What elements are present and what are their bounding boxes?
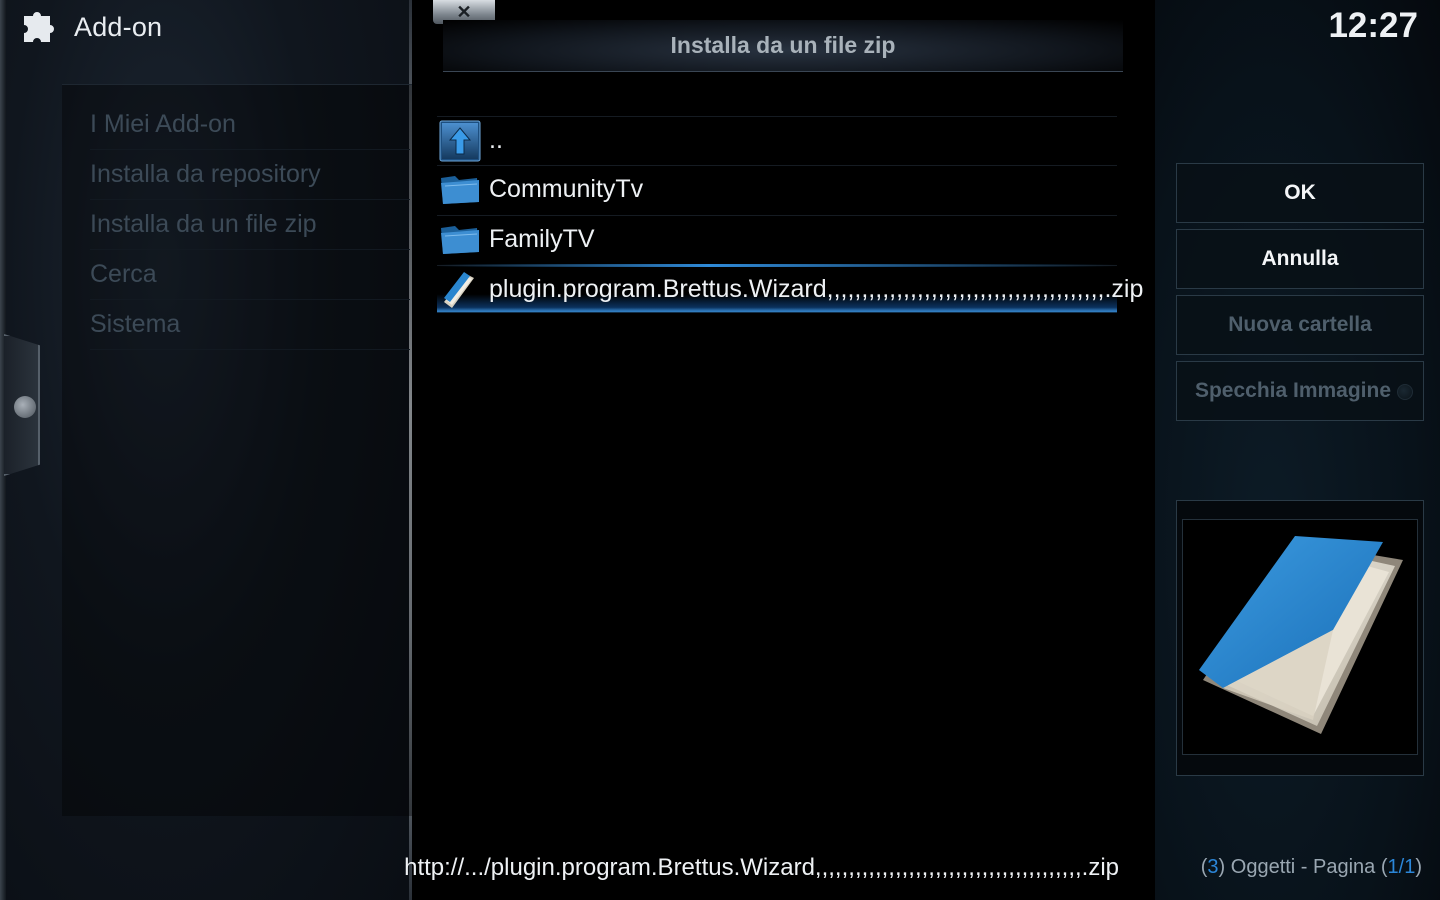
sidebar-tab-knob-icon <box>14 396 36 418</box>
file-row-parent[interactable]: .. <box>437 116 1117 164</box>
zip-file-preview-icon <box>1199 536 1403 734</box>
menu-item-system[interactable]: Sistema <box>90 300 410 350</box>
dialog-side-panel: 12:27 OK Annulla Nuova cartella Specchia… <box>1155 0 1440 900</box>
radio-toggle-icon <box>1397 384 1413 400</box>
app-title: Add-on <box>74 11 163 42</box>
clock: 12:27 <box>1328 6 1418 45</box>
cancel-button-label: Annulla <box>1261 247 1339 270</box>
file-label: CommunityTv <box>489 175 644 203</box>
mirror-image-label: Specchia Immagine <box>1194 379 1392 402</box>
dialog-header: Installa da un file zip <box>443 20 1123 72</box>
file-label: FamilyTV <box>489 225 595 253</box>
file-label: plugin.program.Brettus.Wizard,,,,,,,,,,,… <box>489 275 1144 303</box>
file-browser-dialog: ✕ Installa da un file zip .. CommunityTv <box>404 0 1155 900</box>
menu-item-install-from-zip[interactable]: Installa da un file zip <box>90 200 410 250</box>
menu-item-search[interactable]: Cerca <box>90 250 410 300</box>
puzzle-piece-icon <box>24 12 54 42</box>
file-row-folder[interactable]: CommunityTv <box>437 165 1117 213</box>
cancel-button[interactable]: Annulla <box>1176 229 1424 289</box>
zip-file-icon <box>437 267 483 313</box>
mirror-image-toggle[interactable]: Specchia Immagine <box>1176 361 1424 421</box>
menu-item-my-addons[interactable]: I Miei Add-on <box>90 100 410 150</box>
parent-folder-up-arrow-icon <box>437 118 483 164</box>
ok-button-label: OK <box>1284 181 1316 204</box>
folder-icon <box>437 217 483 263</box>
item-count: 3 <box>1207 856 1219 878</box>
folder-icon <box>437 167 483 213</box>
preview-thumbnail-frame <box>1176 500 1424 776</box>
file-label: .. <box>489 126 503 154</box>
file-row-folder[interactable]: FamilyTV <box>437 215 1117 263</box>
new-folder-button-label: Nuova cartella <box>1228 313 1372 336</box>
dialog-title: Installa da un file zip <box>670 32 896 58</box>
items-page-counter: (3) Oggetti - Pagina (1/1) <box>1200 856 1422 878</box>
ok-button[interactable]: OK <box>1176 163 1424 223</box>
file-row-zip-selected[interactable]: plugin.program.Brettus.Wizard,,,,,,,,,,,… <box>437 264 1143 313</box>
menu-item-install-from-repository[interactable]: Installa da repository <box>90 150 410 200</box>
app-header: Add-on <box>20 8 162 46</box>
selected-path: http://.../plugin.program.Brettus.Wizard… <box>404 854 1119 881</box>
new-folder-button[interactable]: Nuova cartella <box>1176 295 1424 355</box>
page-number: 1/1 <box>1387 856 1416 878</box>
sidebar-slide-tab[interactable] <box>4 334 40 476</box>
items-page-label: Oggetti - Pagina <box>1230 856 1376 878</box>
addon-menu: I Miei Add-on Installa da repository Ins… <box>62 84 412 816</box>
preview-thumbnail <box>1182 519 1418 755</box>
